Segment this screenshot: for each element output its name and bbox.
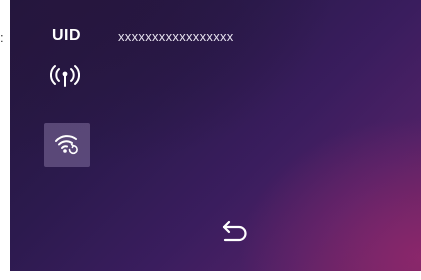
wifi-config-button[interactable] (44, 123, 90, 167)
wifi-settings-icon (54, 133, 80, 157)
back-button[interactable] (218, 218, 252, 246)
device-screen: UID xxxxxxxxxxxxxxxxx (10, 0, 421, 271)
uid-value: xxxxxxxxxxxxxxxxx (118, 29, 234, 44)
edge-colon: : (0, 30, 4, 45)
return-arrow-icon (218, 218, 252, 246)
uid-label: UID (52, 27, 82, 44)
broadcast-signal-icon (50, 64, 80, 88)
